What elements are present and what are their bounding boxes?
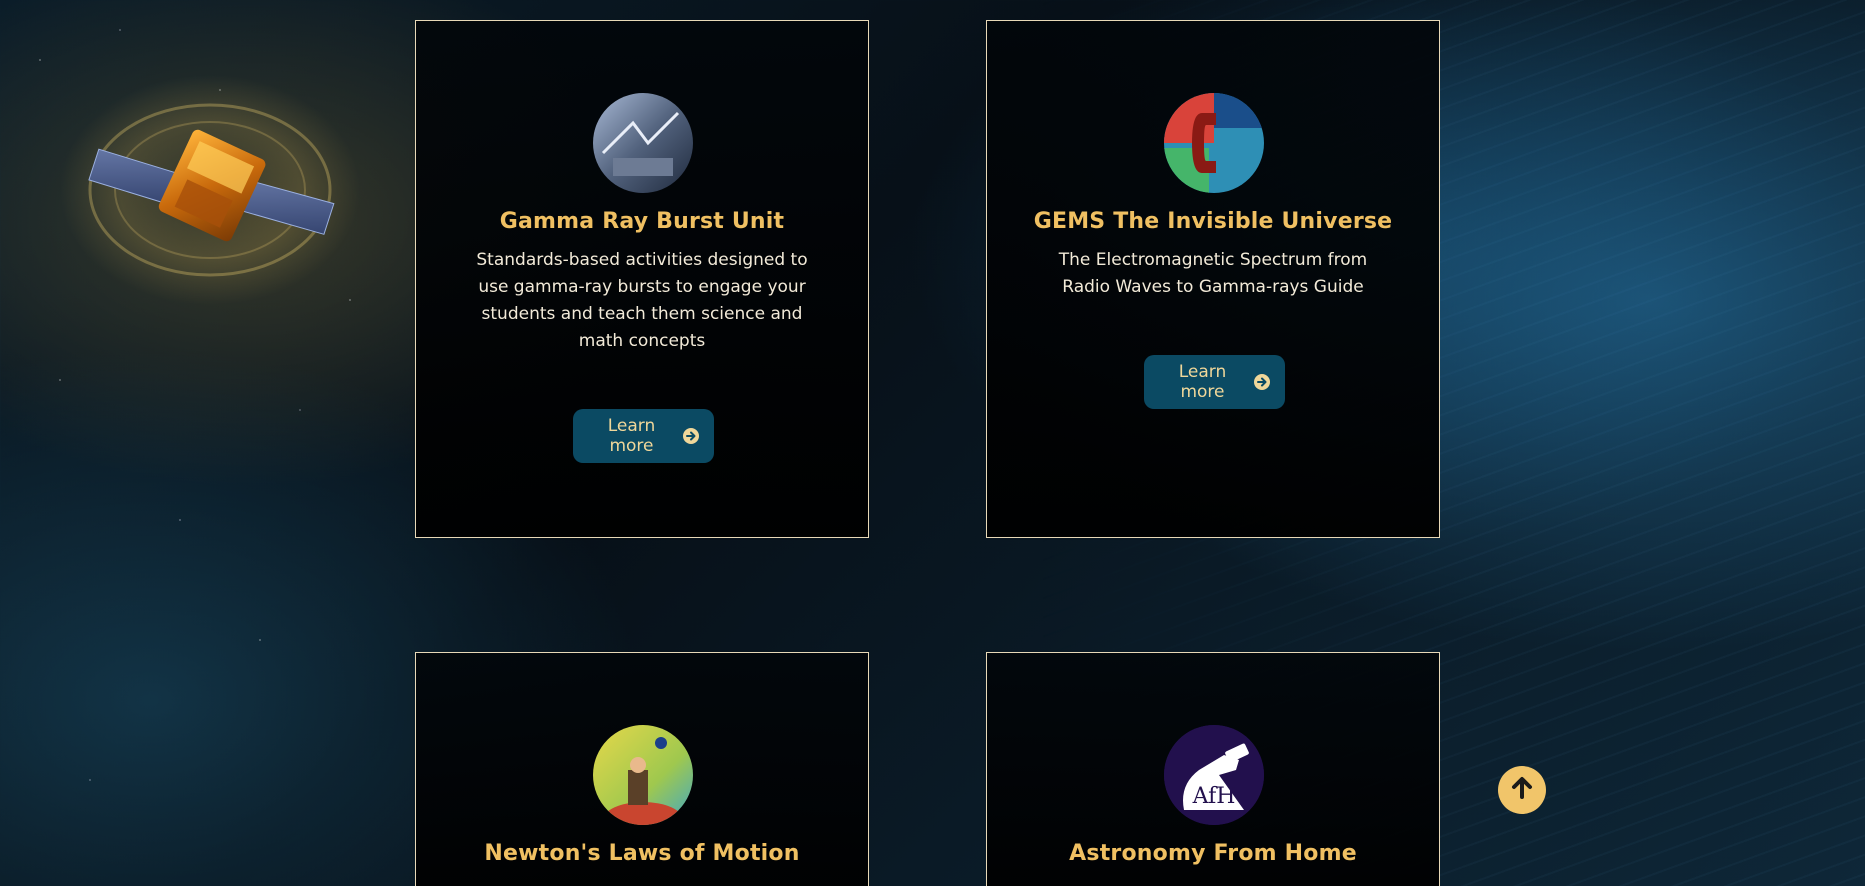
card-title: Gamma Ray Burst Unit	[499, 209, 785, 234]
gamma-ray-burst-thumbnail-icon	[593, 93, 693, 193]
arrow-circle-right-icon	[1253, 373, 1271, 391]
afh-logo-icon: AfH	[1164, 725, 1264, 825]
learn-more-button[interactable]: Learn more	[573, 409, 714, 463]
card-gems-invisible-universe: GEMS The Invisible Universe The Electrom…	[986, 20, 1440, 538]
satellite-illustration-icon	[60, 70, 360, 330]
card-title: GEMS The Invisible Universe	[1033, 209, 1393, 234]
card-title: Astronomy From Home	[1069, 841, 1357, 866]
learn-more-label: Learn more	[1178, 362, 1227, 402]
card-description: The Electromagnetic Spectrum from Radio …	[1058, 250, 1368, 297]
learn-more-label: Learn more	[607, 416, 656, 456]
learn-more-button[interactable]: Learn more	[1144, 355, 1285, 409]
afh-logo-text: AfH	[1192, 784, 1236, 809]
gems-thumbnail-icon	[1164, 93, 1264, 193]
newton-thumbnail-icon	[593, 725, 693, 825]
arrow-circle-right-icon	[682, 427, 700, 445]
scroll-to-top-button[interactable]	[1498, 766, 1546, 814]
arrow-up-circle-icon	[1507, 773, 1537, 807]
card-astronomy-from-home: AfH Astronomy From Home	[986, 652, 1440, 886]
card-description: Standards-based activities designed to u…	[476, 250, 808, 351]
card-gamma-ray-burst-unit: Gamma Ray Burst Unit Standards-based act…	[415, 20, 869, 538]
card-title: Newton's Laws of Motion	[484, 841, 800, 866]
card-newtons-laws-of-motion: Newton's Laws of Motion	[415, 652, 869, 886]
